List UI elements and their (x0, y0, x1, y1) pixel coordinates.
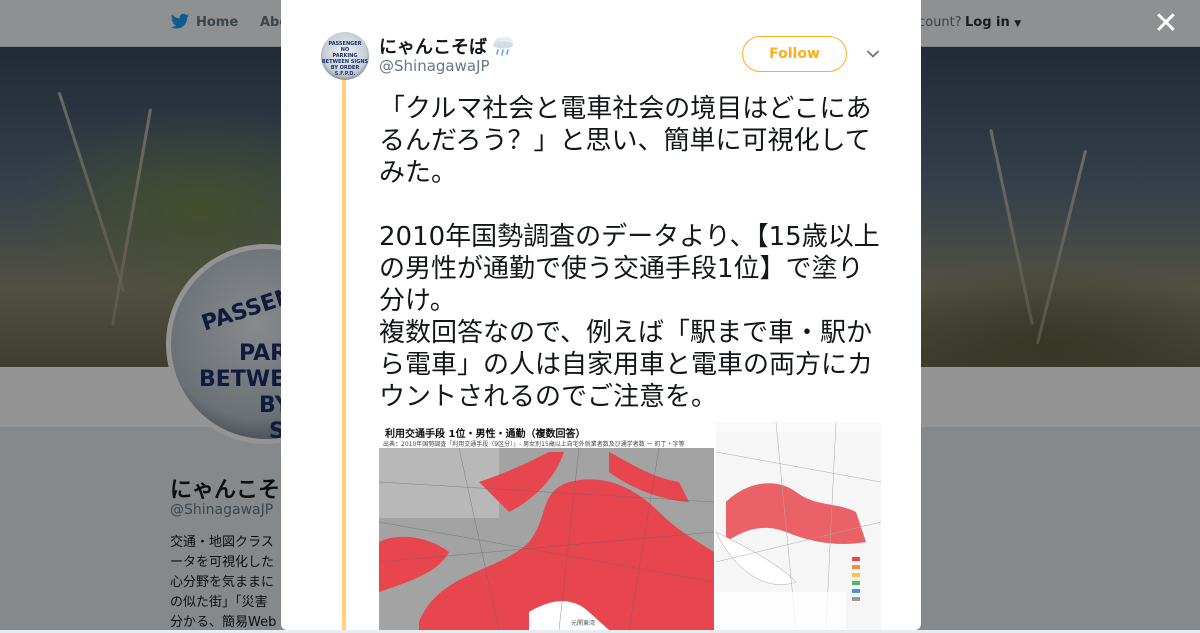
tweet-avatar[interactable]: PASSENGER NO PARKING BETWEEN SIGNS BY OR… (321, 32, 369, 80)
map-source: 出典：2010年国勢調査「利用交通手段（9区分）」- 男女別15歳以上自宅外就業… (383, 441, 685, 448)
thread-line (342, 80, 346, 630)
map-title: 利用交通手段 1位・男性・通勤（複数回答） (385, 429, 586, 440)
tweet-avatar-sign: PASSENGER NO PARKING BETWEEN SIGNS BY OR… (321, 41, 369, 77)
map-graphic (379, 447, 714, 630)
map-sea-label: 元関東湾 (571, 620, 596, 627)
tweet-avatar-sign-line: S.F.P.D. (334, 71, 356, 77)
tweet-author-handle[interactable]: @ShinagawaJP (379, 57, 490, 75)
map-graphic-secondary (716, 422, 881, 630)
tweet-author-name-text: にゃんこそば (379, 37, 487, 58)
tweet-author-name[interactable]: にゃんこそば (379, 33, 515, 59)
tweet-media[interactable]: 利用交通手段 1位・男性・通勤（複数回答） 出典：2010年国勢調査「利用交通手… (379, 422, 881, 630)
rain-cloud-icon (493, 36, 513, 56)
tweet-text: 「クルマ社会と電車社会の境目はどこにあるんだろう？」と思い、簡単に可視化してみた… (379, 94, 880, 412)
map-image-main[interactable]: 利用交通手段 1位・男性・通勤（複数回答） 出典：2010年国勢調査「利用交通手… (379, 422, 714, 630)
follow-button[interactable]: Follow (742, 36, 847, 72)
close-icon[interactable]: ✕ (1150, 8, 1182, 40)
map-image-secondary[interactable] (716, 422, 881, 630)
tweet-modal: PASSENGER NO PARKING BETWEEN SIGNS BY OR… (281, 0, 921, 630)
chevron-down-icon[interactable] (865, 46, 881, 62)
